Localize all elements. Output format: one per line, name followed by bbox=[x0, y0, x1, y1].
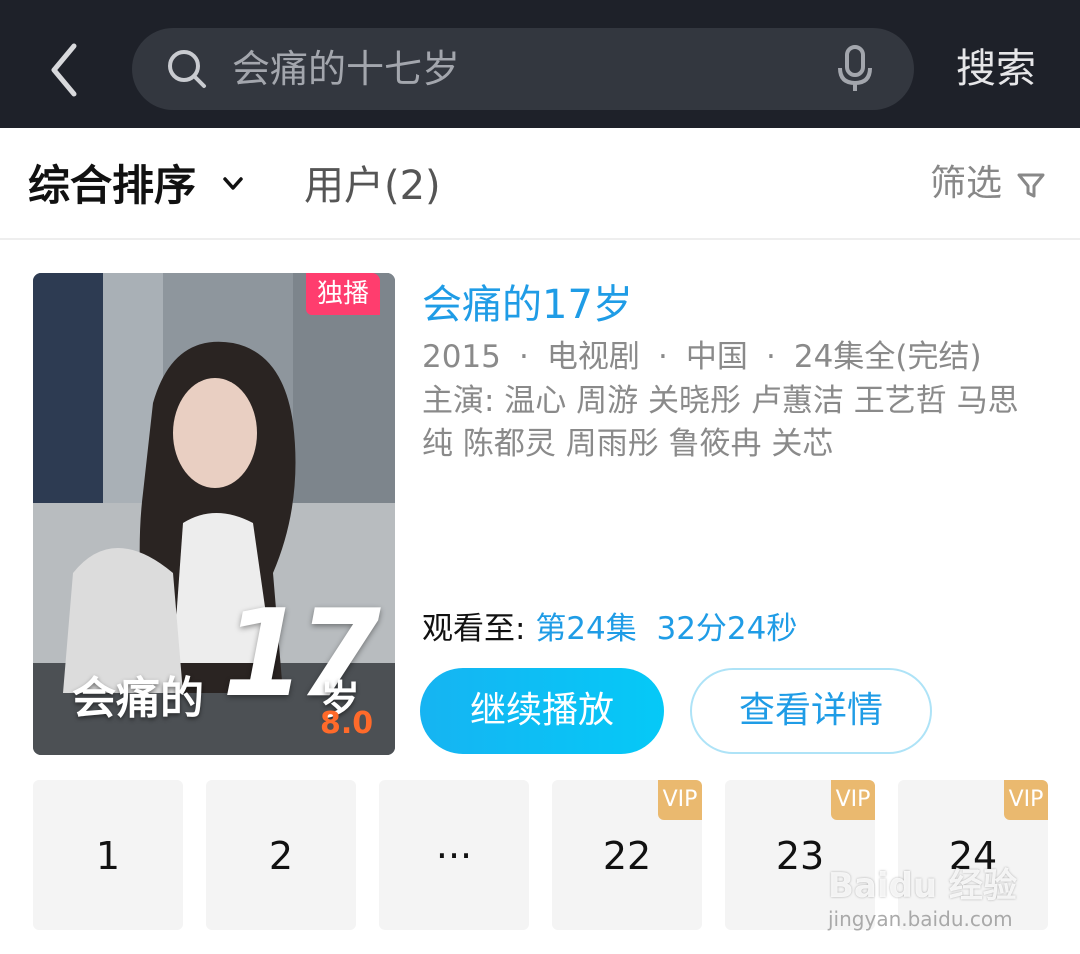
sort-dropdown[interactable]: 综合排序 bbox=[28, 128, 196, 238]
exclusive-badge: 独播 bbox=[306, 273, 380, 315]
meta-year: 2015 bbox=[422, 339, 501, 375]
search-input[interactable]: 会痛的十七岁 bbox=[132, 28, 914, 110]
rating-score: 8.0 bbox=[320, 706, 374, 741]
meta-separator: · bbox=[518, 339, 529, 375]
watch-episode: 第24集 bbox=[535, 611, 637, 647]
episode-more-button[interactable]: ··· bbox=[379, 780, 529, 930]
episode-button[interactable]: 22 VIP bbox=[552, 780, 702, 930]
cast-list: 主演: 温心 周游 关晓彤 卢蕙洁 王艺哲 马思纯 陈都灵 周雨彤 鲁筱冉 关芯 bbox=[422, 383, 1019, 462]
show-meta: 2015 · 电视剧 · 中国 · 24集全(完结) bbox=[422, 336, 982, 378]
filter-bar: 综合排序 用户(2) 筛选 bbox=[0, 128, 1080, 240]
episode-label: ··· bbox=[435, 834, 473, 878]
meta-type: 电视剧 bbox=[546, 339, 640, 375]
watermark: Baidu 经验 jingyan.baidu.com bbox=[828, 858, 1028, 934]
watermark-url: jingyan.baidu.com bbox=[828, 907, 1013, 931]
meta-episodes: 24集全(完结) bbox=[793, 339, 982, 375]
search-query: 会痛的十七岁 bbox=[232, 47, 461, 91]
watch-prefix: 观看至: bbox=[422, 611, 536, 647]
top-bar: 会痛的十七岁 搜索 bbox=[0, 0, 1080, 128]
episode-label: 1 bbox=[95, 834, 121, 878]
meta-separator: · bbox=[657, 339, 668, 375]
vip-badge: VIP bbox=[1004, 780, 1048, 820]
search-button[interactable]: 搜索 bbox=[956, 28, 1036, 110]
meta-region: 中国 bbox=[685, 339, 748, 375]
watermark-logo: Baidu 经验 bbox=[828, 866, 1017, 906]
vip-badge: VIP bbox=[658, 780, 702, 820]
episode-button[interactable]: 1 bbox=[33, 780, 183, 930]
back-icon[interactable] bbox=[40, 38, 90, 102]
watch-progress: 观看至: 第24集 32分24秒 bbox=[422, 608, 797, 650]
filter-button[interactable]: 筛选 bbox=[930, 128, 1002, 238]
watch-time: 32分24秒 bbox=[656, 611, 798, 647]
episode-label: 2 bbox=[268, 834, 294, 878]
vip-badge: VIP bbox=[831, 780, 875, 820]
show-title-link[interactable]: 会痛的17岁 bbox=[422, 278, 633, 332]
poster-title-text: 会痛的 bbox=[72, 673, 204, 724]
episode-label: 22 bbox=[602, 834, 652, 878]
chevron-down-icon[interactable] bbox=[222, 176, 244, 192]
microphone-icon[interactable] bbox=[832, 44, 878, 94]
meta-separator: · bbox=[765, 339, 776, 375]
filter-icon[interactable] bbox=[1016, 172, 1046, 200]
search-icon bbox=[166, 48, 208, 90]
tab-users[interactable]: 用户(2) bbox=[304, 128, 441, 238]
episode-label: 23 bbox=[775, 834, 825, 878]
view-details-button[interactable]: 查看详情 bbox=[690, 668, 932, 754]
episode-button[interactable]: 2 bbox=[206, 780, 356, 930]
continue-play-button[interactable]: 继续播放 bbox=[420, 668, 664, 754]
